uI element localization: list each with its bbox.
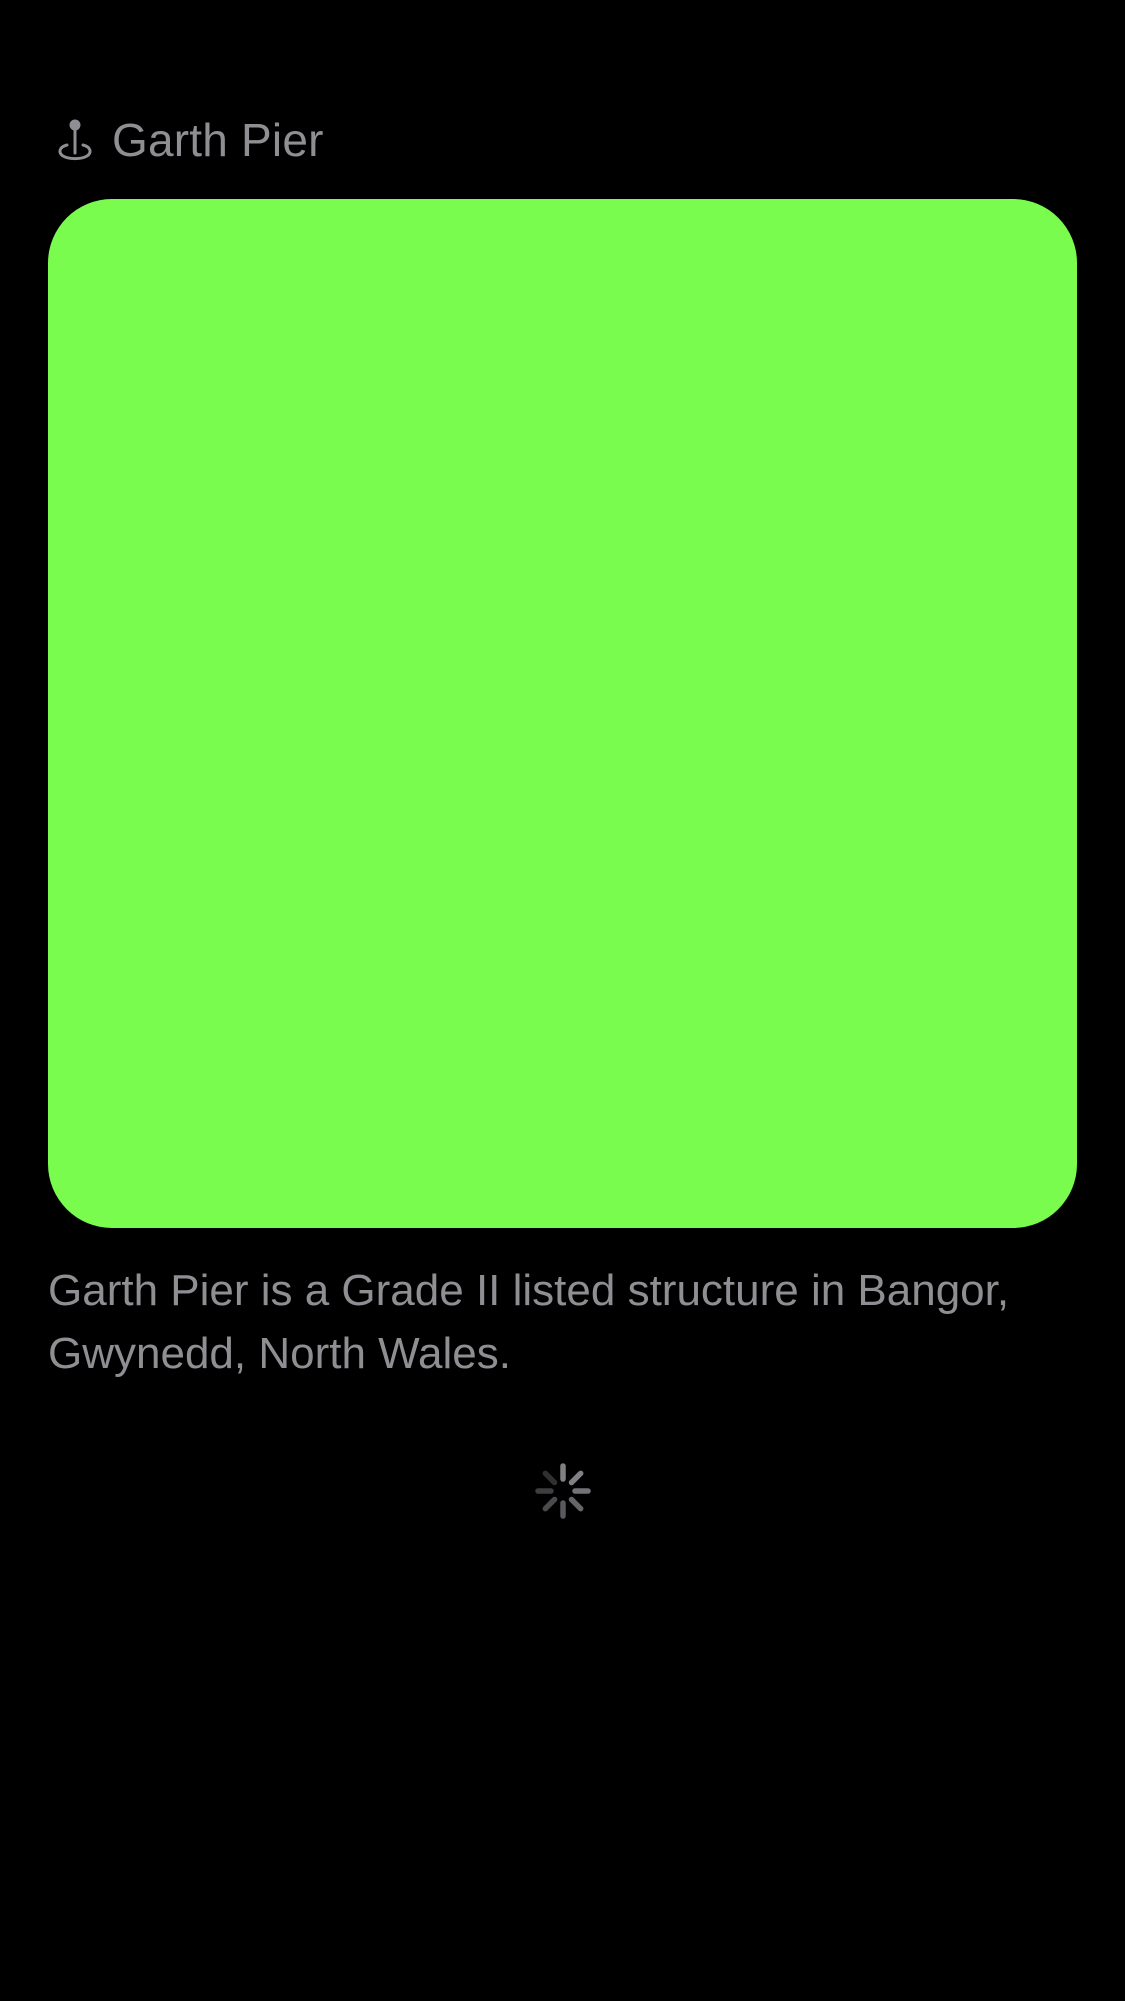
activity-spinner-icon (532, 1460, 594, 1522)
media-preview[interactable] (48, 199, 1077, 1228)
place-header: Garth Pier (52, 112, 324, 168)
place-title: Garth Pier (112, 114, 324, 166)
place-description: Garth Pier is a Grade II listed structur… (48, 1266, 1010, 1378)
landmark-pin-icon (52, 117, 98, 163)
